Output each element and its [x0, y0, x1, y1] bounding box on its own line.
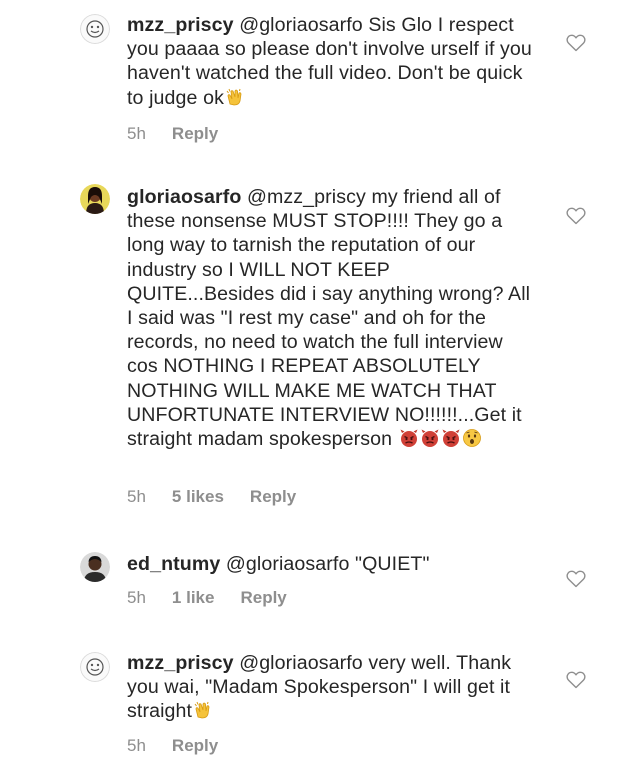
angry-devil-emoji — [420, 428, 440, 448]
comment-text: @mzz_priscy my friend all of these nonse… — [127, 186, 531, 451]
reply-button[interactable]: Reply — [240, 588, 286, 608]
comment-username[interactable]: mzz_priscy — [127, 14, 234, 36]
avatar[interactable] — [80, 14, 110, 44]
comment-likes[interactable]: 5 likes — [172, 487, 224, 507]
comment-body: mzz_priscy @gloriaosarfo very well. Than… — [127, 651, 537, 724]
comment-username[interactable]: mzz_priscy — [127, 652, 234, 674]
comment-body: mzz_priscy @gloriaosarfo Sis Glo I respe… — [127, 13, 537, 110]
comment-time: 5h — [127, 736, 146, 755]
comment-username[interactable]: ed_ntumy — [127, 553, 220, 575]
like-heart-icon[interactable] — [566, 570, 586, 588]
like-heart-icon[interactable] — [566, 671, 586, 689]
comment-meta: 5h Reply — [127, 124, 218, 144]
clapping-hands-emoji — [225, 87, 245, 107]
comment-text: @gloriaosarfo "QUIET" — [220, 553, 430, 575]
comment-meta: 5h 1 like Reply — [127, 588, 287, 608]
astonished-face-emoji — [462, 428, 482, 448]
angry-devil-emoji — [399, 428, 419, 448]
comment-username[interactable]: gloriaosarfo — [127, 186, 241, 208]
comment-time: 5h — [127, 588, 146, 607]
comment-time: 5h — [127, 124, 146, 143]
avatar[interactable] — [80, 552, 110, 582]
avatar[interactable] — [80, 184, 110, 214]
like-heart-icon[interactable] — [566, 34, 586, 52]
reply-button[interactable]: Reply — [172, 736, 218, 756]
angry-devil-emoji — [441, 428, 461, 448]
comment-meta: 5h 5 likes Reply — [127, 487, 296, 507]
like-heart-icon[interactable] — [566, 207, 586, 225]
reply-button[interactable]: Reply — [250, 487, 296, 507]
comment-meta: 5h Reply — [127, 736, 218, 756]
comment-body: gloriaosarfo @mzz_priscy my friend all o… — [127, 185, 537, 451]
reply-button[interactable]: Reply — [172, 124, 218, 144]
clapping-hands-emoji — [193, 700, 213, 720]
comment-likes[interactable]: 1 like — [172, 588, 215, 608]
comment-body: ed_ntumy @gloriaosarfo "QUIET" — [127, 552, 537, 576]
comment-time: 5h — [127, 487, 146, 506]
avatar[interactable] — [80, 652, 110, 682]
